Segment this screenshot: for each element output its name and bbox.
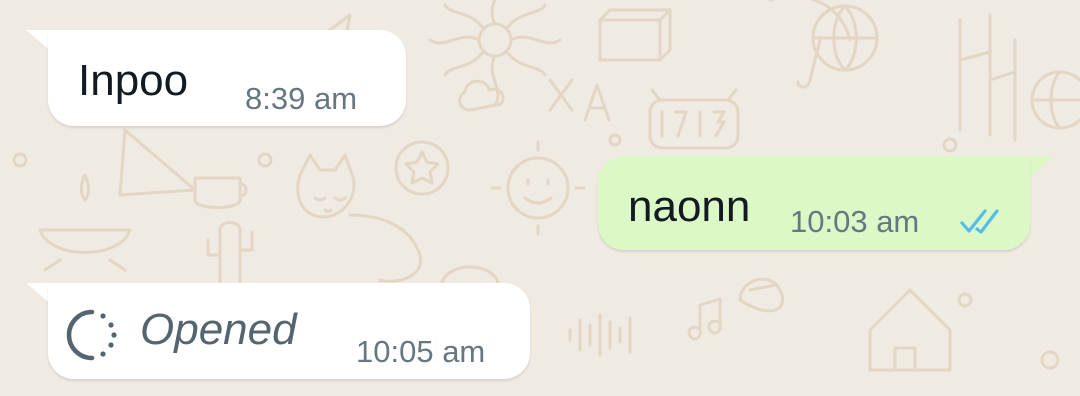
message-text: Opened xyxy=(140,305,297,354)
double-check-read-icon xyxy=(960,209,999,234)
message-text: Inpoo xyxy=(78,56,189,105)
message-timestamp: 10:05 am xyxy=(356,334,486,369)
message-bubble-outgoing[interactable]: naonn 10:03 am xyxy=(598,156,1030,250)
message-timestamp: 10:03 am xyxy=(790,204,920,239)
message-timestamp: 8:39 am xyxy=(245,81,358,116)
outgoing-bubble-tail xyxy=(1028,156,1054,178)
message-bubble-incoming-view-once[interactable]: Opened 10:05 am xyxy=(48,283,530,379)
message-text: naonn xyxy=(628,182,751,231)
view-once-opened-icon xyxy=(66,309,117,361)
message-bubble-incoming[interactable]: Inpoo 8:39 am xyxy=(48,30,406,126)
